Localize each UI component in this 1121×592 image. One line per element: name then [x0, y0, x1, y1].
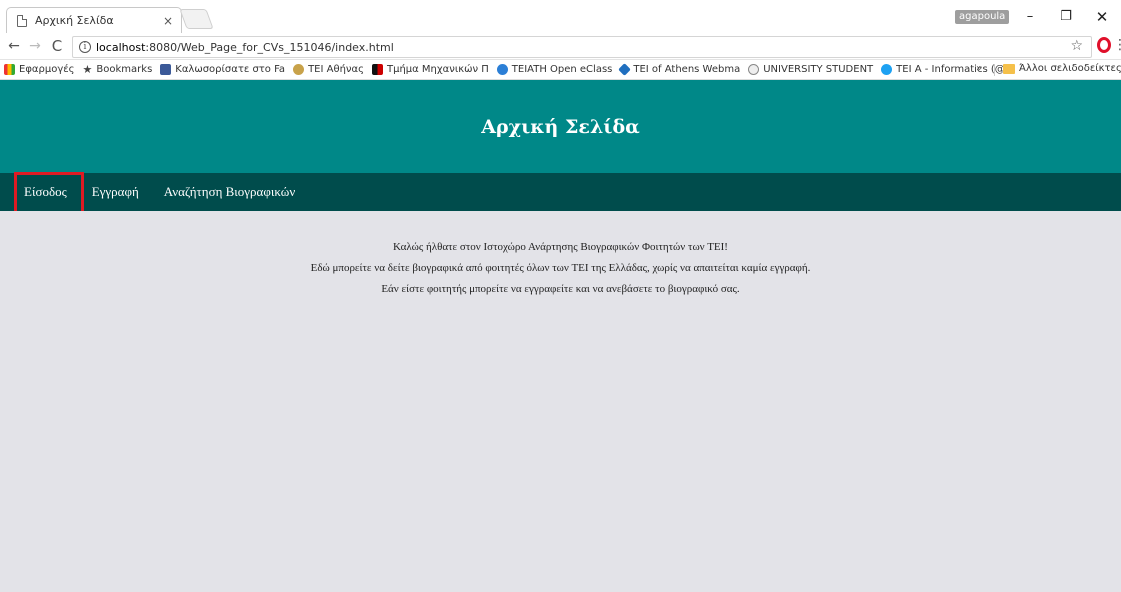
main-content: Καλώς ήλθατε στον Ιστοχώρο Ανάρτησης Βιο… [0, 211, 1121, 592]
new-tab-button[interactable] [179, 9, 214, 29]
bookmark-label: TEI of Athens Webma [633, 64, 741, 75]
address-bar[interactable]: i localhost:8080/Web_Page_for_CVs_151046… [72, 36, 1092, 58]
bookmark-label: Εφαρμογές [19, 64, 75, 75]
webmail-icon [618, 63, 632, 76]
other-bookmarks-label: Άλλοι σελιδοδείκτες [1019, 63, 1121, 74]
university-icon [748, 64, 760, 75]
page-icon [17, 14, 27, 27]
menu-icon[interactable]: ⋮ [1113, 37, 1121, 53]
welcome-line-1: Καλώς ήλθατε στον Ιστοχώρο Ανάρτησης Βιο… [393, 241, 728, 253]
bookmark-label: Bookmarks [96, 64, 153, 75]
opera-icon[interactable] [1097, 37, 1111, 53]
bookmark-eclass[interactable]: TEIATH Open eClass [496, 64, 613, 75]
star-icon: ★ [82, 63, 93, 76]
forward-arrow-icon[interactable]: → [26, 37, 44, 55]
bookmark-label: Τμήμα Μηχανικών Π [386, 64, 489, 75]
browser-tab[interactable]: Αρχική Σελίδα × [6, 7, 182, 33]
bookmark-label: ΤΕΙ Αθήνας [308, 64, 364, 75]
bookmark-star-icon[interactable]: ☆ [1070, 38, 1083, 54]
nav-link-register[interactable]: Εγγραφή [92, 184, 139, 200]
bookmark-bookmarks[interactable]: ★ Bookmarks [83, 64, 153, 75]
url-path: :8080/Web_Page_for_CVs_151046/index.html [145, 40, 394, 54]
bookmark-label: UNIVERSITY STUDENT [763, 64, 874, 75]
browser-toolbar: ← → C i localhost:8080/Web_Page_for_CVs_… [0, 33, 1121, 60]
apps-icon [4, 64, 15, 75]
bookmark-facebook[interactable]: Καλωσορίσατε στο Fa [160, 64, 285, 75]
bookmark-department[interactable]: Τμήμα Μηχανικών Π [371, 64, 489, 75]
other-bookmarks[interactable]: Άλλοι σελιδοδείκτες [1003, 63, 1121, 74]
bookmark-tei[interactable]: ΤΕΙ Αθήνας [293, 64, 364, 75]
bookmarks-divider [994, 64, 995, 76]
maximize-button[interactable]: ❐ [1052, 6, 1080, 28]
close-window-button[interactable]: ✕ [1088, 6, 1116, 28]
bookmark-label: TEI A - Informatics (@ [896, 64, 1005, 75]
facebook-icon [160, 64, 172, 75]
twitter-icon [881, 64, 893, 75]
url-text: localhost:8080/Web_Page_for_CVs_151046/i… [96, 41, 394, 54]
reload-icon[interactable]: C [48, 37, 66, 55]
browser-titlebar: Αρχική Σελίδα × agapoula – ❐ ✕ [0, 0, 1121, 33]
department-icon [371, 64, 383, 75]
page-title: Αρχική Σελίδα [481, 115, 640, 138]
back-arrow-icon[interactable]: ← [5, 37, 23, 55]
bookmarks-bar: Εφαρμογές ★ Bookmarks Καλωσορίσατε στο Fa… [0, 60, 1121, 80]
site-navbar: Είσοδος Εγγραφή Αναζήτηση Βιογραφικών [0, 173, 1121, 211]
more-bookmarks-button[interactable]: » [976, 63, 982, 74]
tab-close-icon[interactable]: × [163, 14, 173, 28]
tei-icon [293, 64, 305, 75]
bookmark-university[interactable]: UNIVERSITY STUDENT [748, 64, 873, 75]
nav-link-search-cvs[interactable]: Αναζήτηση Βιογραφικών [164, 184, 295, 200]
bookmark-label: TEIATH Open eClass [511, 64, 613, 75]
welcome-text: Καλώς ήλθατε στον Ιστοχώρο Ανάρτησης Βιο… [0, 237, 1121, 300]
bookmark-label: Καλωσορίσατε στο Fa [175, 64, 286, 75]
profile-badge[interactable]: agapoula [955, 10, 1010, 24]
eclass-icon [496, 64, 508, 75]
nav-link-login[interactable]: Είσοδος [24, 184, 67, 200]
welcome-line-3: Εάν είστε φοιτητής μπορείτε να εγγραφείτ… [381, 283, 740, 295]
minimize-button[interactable]: – [1016, 6, 1044, 28]
bookmark-webmail[interactable]: TEI of Athens Webma [618, 63, 741, 76]
folder-icon [1003, 63, 1015, 74]
url-host: localhost [96, 40, 146, 54]
bookmark-twitter[interactable]: TEI A - Informatics (@ [881, 64, 1005, 75]
welcome-line-2: Εδώ μπορείτε να δείτε βιογραφικά από φοι… [310, 262, 811, 274]
bookmark-apps[interactable]: Εφαρμογές [4, 64, 75, 75]
tab-title: Αρχική Σελίδα [35, 14, 114, 27]
page-header: Αρχική Σελίδα [0, 80, 1121, 173]
info-icon[interactable]: i [79, 41, 91, 53]
